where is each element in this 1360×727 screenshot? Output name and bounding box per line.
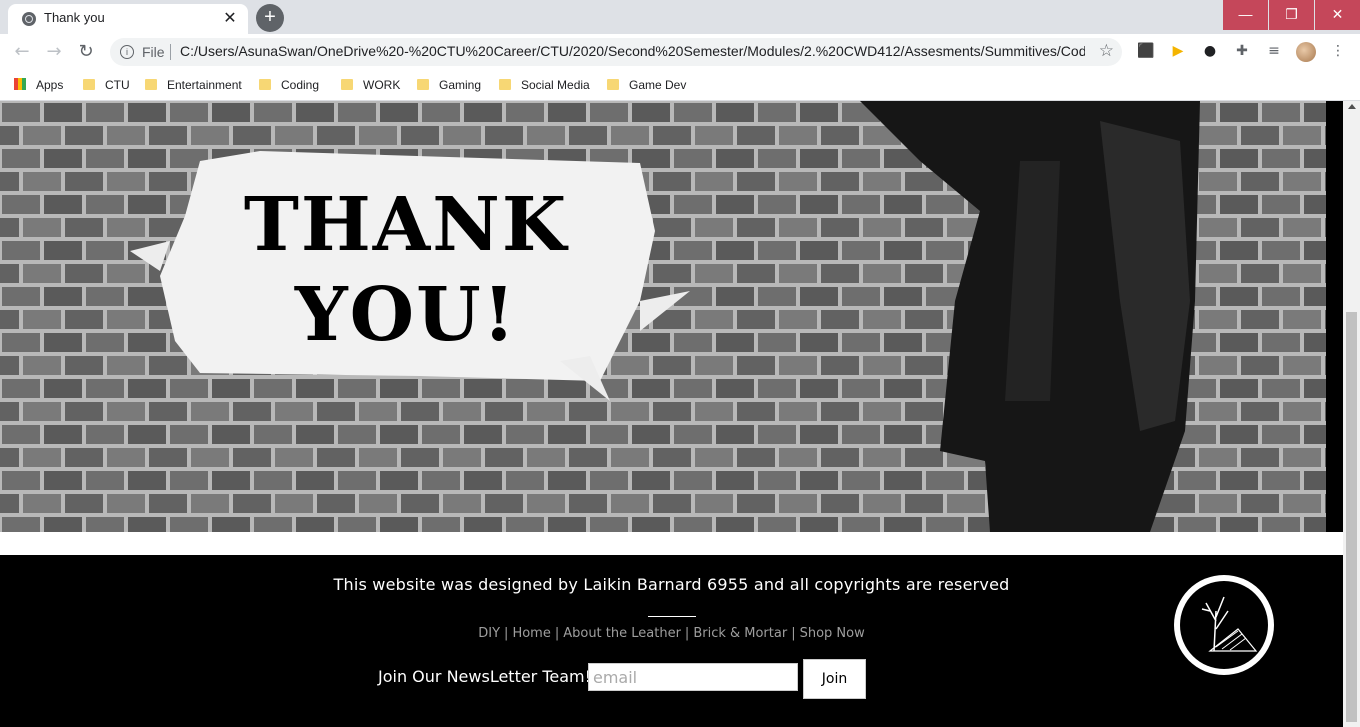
bookmark-ctu[interactable]: CTU xyxy=(83,76,130,94)
forward-arrow-icon[interactable]: → xyxy=(42,40,66,64)
copyright-text: This website was designed by Laikin Barn… xyxy=(333,575,1010,594)
globe-icon xyxy=(22,12,36,26)
bookmark-work[interactable]: WORK xyxy=(341,76,400,94)
thank-you-heading: THANK YOU! xyxy=(236,181,576,355)
extension-icon[interactable]: ● xyxy=(1201,42,1219,60)
profile-avatar[interactable] xyxy=(1296,42,1316,62)
footer-divider xyxy=(648,616,696,617)
window-close-button[interactable]: ✕ xyxy=(1315,0,1360,30)
footer: This website was designed by Laikin Barn… xyxy=(0,555,1343,727)
bookmark-game-dev[interactable]: Game Dev xyxy=(607,76,686,94)
extension-icon[interactable]: ▶ xyxy=(1169,42,1187,60)
apps-grid-icon xyxy=(14,78,26,90)
url-text[interactable]: C:/Users/AsunaSwan/OneDrive%20-%20CTU%20… xyxy=(180,43,1085,59)
reading-list-icon[interactable]: ≡ xyxy=(1265,42,1283,60)
logo-inner xyxy=(1180,581,1268,669)
bookmark-gaming[interactable]: Gaming xyxy=(417,76,481,94)
tab-strip: Thank you ✕ + — ❐ ✕ xyxy=(0,0,1360,34)
bookmark-social-media[interactable]: Social Media xyxy=(499,76,590,94)
folder-icon xyxy=(259,79,271,90)
tree-logo-icon xyxy=(1201,596,1258,652)
nav-separator: | xyxy=(791,626,796,641)
info-icon[interactable]: i xyxy=(120,45,134,59)
nav-separator: | xyxy=(504,626,509,641)
tab-close-icon[interactable]: ✕ xyxy=(220,8,240,28)
bookmark-entertainment[interactable]: Entertainment xyxy=(145,76,242,94)
star-icon[interactable]: ☆ xyxy=(1099,41,1114,61)
scheme-label: File xyxy=(142,44,165,60)
hero-banner: THANK YOU! xyxy=(0,101,1326,532)
nav-link-diy[interactable]: DIY xyxy=(478,626,500,641)
menu-kebab-icon[interactable]: ⋮ xyxy=(1329,42,1347,60)
folder-icon xyxy=(83,79,95,90)
nav-link-home[interactable]: Home xyxy=(512,626,550,641)
folder-icon xyxy=(499,79,511,90)
join-button[interactable]: Join xyxy=(803,659,866,699)
hero-side-bar xyxy=(1326,101,1343,532)
nav-separator: | xyxy=(684,626,690,641)
bookmark-apps[interactable]: Apps xyxy=(14,76,63,94)
back-arrow-icon[interactable]: ← xyxy=(10,40,34,64)
thank-text: THANK xyxy=(243,182,569,268)
footer-nav: DIY | Home | About the Leather | Brick & Morta… xyxy=(0,626,1343,641)
page-scrollbar-thumb[interactable] xyxy=(1346,312,1357,722)
pdf-extension-icon[interactable]: ⬛ xyxy=(1137,42,1155,60)
address-bar[interactable]: i File C:/Users/AsunaSwan/OneDrive%20-%2… xyxy=(110,38,1122,66)
newsletter-label: Join Our NewsLetter Team! xyxy=(378,667,592,686)
brick-wall-image xyxy=(0,101,1326,532)
folder-icon xyxy=(417,79,429,90)
email-input[interactable] xyxy=(588,663,798,691)
you-text: YOU! xyxy=(294,272,518,358)
brand-logo[interactable] xyxy=(1174,575,1274,675)
new-tab-button[interactable]: + xyxy=(256,4,284,32)
nav-link-shop-now[interactable]: Shop Now xyxy=(800,626,865,641)
folder-icon xyxy=(145,79,157,90)
bookmarks-bar: Apps CTU Entertainment Coding WORK Gamin… xyxy=(0,70,1360,101)
restore-button[interactable]: ❐ xyxy=(1269,0,1314,30)
browser-tab[interactable]: Thank you ✕ xyxy=(8,4,248,34)
minimize-button[interactable]: — xyxy=(1223,0,1268,30)
nav-link-brick-mortar[interactable]: Brick & Mortar xyxy=(693,626,787,641)
folder-icon xyxy=(341,79,353,90)
reload-icon[interactable]: ↻ xyxy=(74,40,98,64)
folder-icon xyxy=(607,79,619,90)
nav-separator: | xyxy=(554,626,560,641)
puzzle-icon[interactable]: ✚ xyxy=(1233,42,1251,60)
nav-link-about-leather[interactable]: About the Leather xyxy=(563,626,681,641)
tab-title: Thank you xyxy=(44,10,105,25)
scroll-up-arrow-icon[interactable] xyxy=(1348,104,1356,109)
browser-toolbar: ← → ↻ i File C:/Users/AsunaSwan/OneDrive… xyxy=(0,34,1360,70)
page-viewport: THANK YOU! This website was designed by … xyxy=(0,101,1343,727)
bookmark-coding[interactable]: Coding xyxy=(259,76,319,94)
address-separator xyxy=(170,44,171,60)
